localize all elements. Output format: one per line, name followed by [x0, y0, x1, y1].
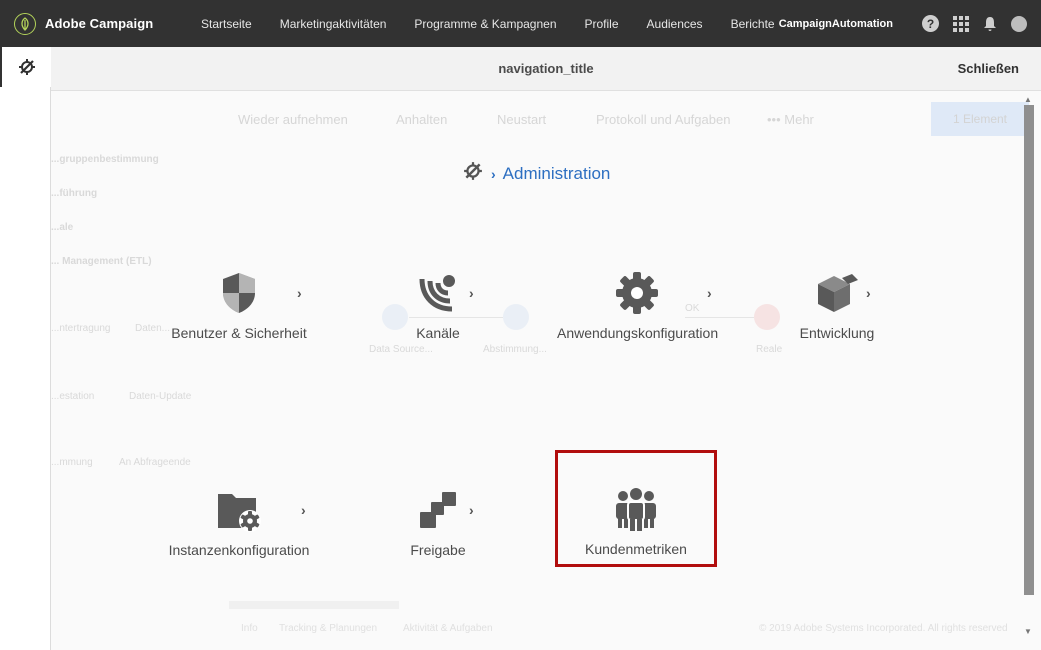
chevron-right-icon[interactable]: ›	[469, 502, 474, 518]
main-nav: Startseite Marketingaktivitäten Programm…	[201, 17, 803, 31]
tile-deployment[interactable]: Freigabe ›	[358, 476, 518, 592]
gear-icon	[613, 269, 661, 317]
adobe-campaign-logo-icon	[14, 12, 36, 35]
modal-title: navigation_title	[498, 61, 594, 76]
help-glyph: ?	[922, 15, 939, 32]
chevron-right-icon[interactable]: ›	[301, 502, 306, 518]
nav-reports[interactable]: Berichte	[731, 17, 775, 31]
cubes-icon	[813, 269, 861, 317]
tile-label: Benutzer & Sicherheit	[171, 325, 307, 341]
shield-icon	[215, 269, 263, 317]
scroll-down-icon[interactable]: ▼	[1024, 627, 1032, 636]
admin-tools-button[interactable]	[0, 47, 51, 87]
app-grid-icon[interactable]	[953, 15, 969, 32]
avatar-icon	[1011, 15, 1027, 32]
nav-marketing-activities[interactable]: Marketingaktivitäten	[280, 17, 387, 31]
tile-label: Kanäle	[416, 325, 460, 341]
scroll-thumb[interactable]	[1024, 105, 1034, 595]
nav-programs-campaigns[interactable]: Programme & Kampagnen	[414, 17, 556, 31]
breadcrumb-current[interactable]: Administration	[503, 164, 611, 184]
scroll-up-icon[interactable]: ▲	[1024, 95, 1032, 104]
users-icon	[612, 486, 660, 534]
tile-label: Instanzenkonfiguration	[168, 542, 310, 558]
tile-label: Anwendungskonfiguration	[557, 325, 719, 341]
chevron-right-icon[interactable]: ›	[866, 285, 871, 301]
breadcrumb-root-icon[interactable]	[463, 161, 483, 186]
tile-label: Freigabe	[410, 542, 466, 558]
tile-label: Kundenmetriken	[585, 541, 687, 557]
close-button[interactable]: Schließen	[958, 61, 1019, 76]
brand-name: Adobe Campaign	[45, 16, 154, 31]
deploy-icon	[414, 486, 462, 534]
modal-header: navigation_title Schließen	[51, 47, 1041, 91]
channels-icon	[414, 269, 462, 317]
tile-label: Entwicklung	[799, 325, 875, 341]
top-bar: Adobe Campaign Startseite Marketingaktiv…	[0, 0, 1041, 47]
left-rail	[0, 47, 51, 650]
breadcrumb-separator: ›	[491, 165, 496, 182]
org-name[interactable]: CampaignAutomation	[779, 18, 893, 30]
chevron-right-icon[interactable]: ›	[297, 285, 302, 301]
brand[interactable]: Adobe Campaign	[14, 12, 184, 35]
tile-development[interactable]: Entwicklung ›	[757, 259, 917, 375]
tile-application-config[interactable]: Anwendungskonfiguration ›	[557, 259, 719, 375]
tile-channels[interactable]: Kanäle ›	[358, 259, 518, 375]
nav-audiences[interactable]: Audiences	[647, 17, 703, 31]
nav-startseite[interactable]: Startseite	[201, 17, 252, 31]
chevron-right-icon[interactable]: ›	[469, 285, 474, 301]
vertical-scrollbar[interactable]: ▲ ▼	[1022, 95, 1034, 643]
user-avatar[interactable]	[1011, 15, 1027, 32]
tile-instance-config[interactable]: Instanzenkonfiguration ›	[159, 476, 319, 592]
admin-tools-icon	[18, 59, 35, 75]
topbar-right: CampaignAutomation ?	[779, 0, 1027, 47]
nav-profiles[interactable]: Profile	[585, 17, 619, 31]
chevron-right-icon[interactable]: ›	[707, 285, 712, 301]
breadcrumb: › Administration	[463, 161, 610, 186]
tile-users-security[interactable]: Benutzer & Sicherheit ›	[159, 259, 319, 375]
bell-icon[interactable]	[983, 16, 997, 32]
admin-navigation-panel: › Administration Benutzer & Sicherheit ›…	[51, 91, 1041, 650]
tile-customer-metrics[interactable]: Kundenmetriken	[555, 450, 717, 567]
help-icon[interactable]: ?	[922, 15, 939, 32]
folder-gear-icon	[215, 486, 263, 534]
